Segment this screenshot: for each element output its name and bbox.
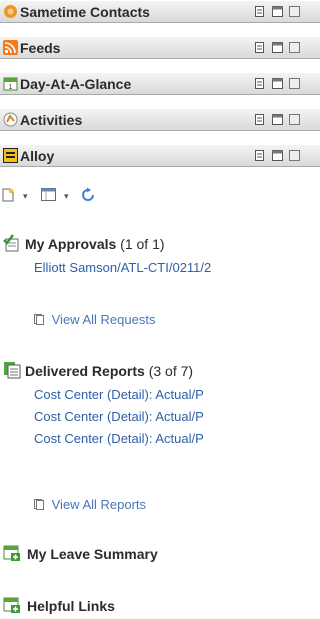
approvals-title-text: My Approvals: [25, 236, 117, 252]
approvals-icon: [3, 234, 19, 252]
approvals-title[interactable]: My Approvals (1 of 1): [25, 236, 165, 252]
svg-text:1: 1: [9, 84, 13, 91]
report-item-link[interactable]: Cost Center (Detail): Actual/P: [34, 431, 204, 446]
window-icon[interactable]: [272, 41, 283, 54]
pin-icon[interactable]: [254, 113, 265, 126]
report-item-link[interactable]: Cost Center (Detail): Actual/P: [34, 409, 204, 424]
close-icon[interactable]: [289, 41, 300, 54]
sidebar-bar-label: Feeds: [20, 40, 61, 56]
view-all-requests-label: View All Requests: [51, 312, 156, 327]
leave-summary-title[interactable]: My Leave Summary: [27, 546, 158, 562]
pin-icon[interactable]: [254, 77, 265, 90]
view-all-reports-label: View All Reports: [51, 497, 147, 512]
sametime-icon: [4, 5, 17, 18]
sidebar-bar-label: Sametime Contacts: [20, 4, 150, 20]
window-icon[interactable]: [272, 77, 283, 90]
chevron-down-icon[interactable]: ▾: [23, 191, 28, 202]
document-icon: [34, 314, 44, 325]
pin-icon[interactable]: [254, 41, 265, 54]
alloy-toolbar: ▾ ▾: [0, 184, 320, 206]
reports-count: (3 of 7): [148, 363, 194, 379]
window-icon[interactable]: [272, 149, 283, 162]
document-icon: [34, 499, 44, 510]
sidebar-bar-feeds[interactable]: Feeds: [0, 36, 320, 59]
window-icon[interactable]: [272, 5, 283, 18]
window-icon[interactable]: [272, 113, 283, 126]
report-item-link[interactable]: Cost Center (Detail): Actual/P: [34, 387, 204, 402]
approvals-count: (1 of 1): [120, 236, 165, 252]
pin-icon[interactable]: [254, 5, 265, 18]
helpful-links-icon: [3, 597, 20, 613]
activities-icon: [3, 112, 18, 127]
close-icon[interactable]: [289, 149, 300, 162]
close-icon[interactable]: [289, 5, 300, 18]
sidebar-bar-activities[interactable]: Activities: [0, 108, 320, 131]
reports-title-text: Delivered Reports: [25, 363, 145, 379]
sidebar-bar-sametime[interactable]: Sametime Contacts: [0, 0, 320, 23]
refresh-icon[interactable]: [80, 187, 96, 203]
sidebar-bar-alloy[interactable]: Alloy: [0, 144, 320, 167]
pin-icon[interactable]: [254, 149, 265, 162]
view-all-reports-link[interactable]: View All Reports: [34, 497, 146, 512]
approval-item-link[interactable]: Elliott Samson/ATL-CTI/0211/2: [34, 260, 211, 275]
helpful-links-title[interactable]: Helpful Links: [27, 598, 115, 614]
alloy-icon: [3, 148, 18, 163]
view-all-requests-link[interactable]: View All Requests: [34, 312, 155, 327]
sidebar-bar-label: Day-At-A-Glance: [20, 76, 132, 92]
close-icon[interactable]: [289, 77, 300, 90]
rss-feed-icon: [3, 40, 18, 55]
reports-icon: [4, 362, 21, 379]
calendar-icon: 1: [3, 77, 18, 91]
sidebar-bar-label: Alloy: [20, 148, 55, 164]
reports-title[interactable]: Delivered Reports (3 of 7): [25, 363, 193, 379]
chevron-down-icon[interactable]: ▾: [64, 191, 69, 202]
sidebar-bar-day-at-a-glance[interactable]: 1 Day-At-A-Glance: [0, 72, 320, 95]
leave-summary-icon: [3, 545, 20, 561]
view-layout-icon[interactable]: [41, 188, 56, 201]
new-document-icon[interactable]: [2, 188, 14, 202]
sidebar-bar-label: Activities: [20, 112, 83, 128]
close-icon[interactable]: [289, 113, 300, 126]
